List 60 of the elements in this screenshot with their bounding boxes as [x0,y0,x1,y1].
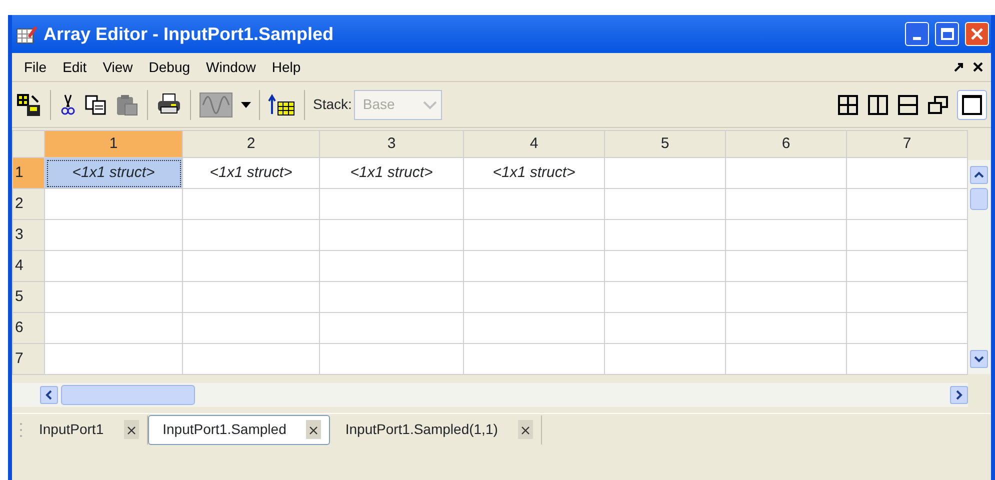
menu-item[interactable]: View [94,56,141,78]
horizontal-scrollbar[interactable] [12,383,968,407]
column-header[interactable]: 6 [726,130,846,158]
document-tab[interactable]: InputPort1.Sampled(1,1) [330,414,542,444]
document-tab[interactable]: InputPort1 [24,414,148,444]
table-cell[interactable] [846,158,968,188]
table-cell[interactable]: <1x1 struct> [320,158,464,188]
column-header[interactable]: 1 [44,130,182,158]
undock-icon[interactable] [953,61,965,73]
column-header[interactable]: 7 [846,130,968,158]
vertical-scrollbar[interactable] [968,160,990,374]
row-header[interactable]: 2 [12,188,44,220]
table-cell[interactable]: <1x1 struct> [182,158,320,188]
paste-icon[interactable] [115,92,139,116]
document-tab[interactable]: InputPort1.Sampled [148,414,330,444]
scroll-thumb[interactable] [970,188,988,210]
window-title: Array Editor - InputPort1.Sampled [44,22,335,46]
import-data-icon[interactable] [16,92,42,116]
scroll-down-icon[interactable] [970,350,988,368]
column-header[interactable]: 2 [182,130,320,158]
row-header[interactable]: 3 [12,220,44,250]
close-icon[interactable] [972,61,984,73]
scroll-left-icon[interactable] [40,386,58,404]
row-header[interactable]: 1 [12,158,44,188]
menu-item[interactable]: Edit [54,56,95,78]
dropdown-caret-icon[interactable] [241,102,251,108]
menu-item[interactable]: File [16,56,55,78]
row-header[interactable]: 5 [12,282,44,312]
table-cell[interactable] [726,158,846,188]
transpose-icon[interactable] [268,94,296,116]
copy-icon[interactable] [85,94,107,116]
plot-icon[interactable] [199,92,233,118]
tile-grid-icon[interactable] [837,94,859,116]
split-vertical-icon[interactable] [867,94,889,116]
minimize-icon[interactable] [905,22,929,46]
menu-item[interactable]: Debug [140,56,198,78]
cut-icon[interactable] [59,92,77,116]
menu-item[interactable]: Help [264,56,309,78]
table-cell[interactable]: <1x1 struct> [44,158,182,188]
table-cell[interactable]: <1x1 struct> [464,158,604,188]
split-horizontal-icon[interactable] [897,94,919,116]
scroll-thumb[interactable] [61,385,195,405]
scroll-right-icon[interactable] [950,386,968,404]
maximize-icon[interactable] [957,90,987,120]
close-icon[interactable] [518,420,533,440]
column-header[interactable]: 5 [604,130,726,158]
table-cell[interactable] [604,158,726,188]
print-icon[interactable] [156,92,182,116]
close-icon[interactable] [306,420,322,440]
scroll-up-icon[interactable] [970,166,988,184]
stack-label: Stack: [313,95,352,114]
menu-item[interactable]: Window [198,56,264,78]
row-header[interactable]: 6 [12,312,44,344]
close-icon[interactable] [124,420,139,440]
dropdown-caret-icon [422,100,437,110]
row-header[interactable]: 4 [12,250,44,282]
column-header[interactable]: 3 [320,130,464,158]
column-header[interactable]: 4 [464,130,604,158]
row-header[interactable]: 7 [12,344,44,374]
float-windows-icon[interactable] [927,94,949,116]
